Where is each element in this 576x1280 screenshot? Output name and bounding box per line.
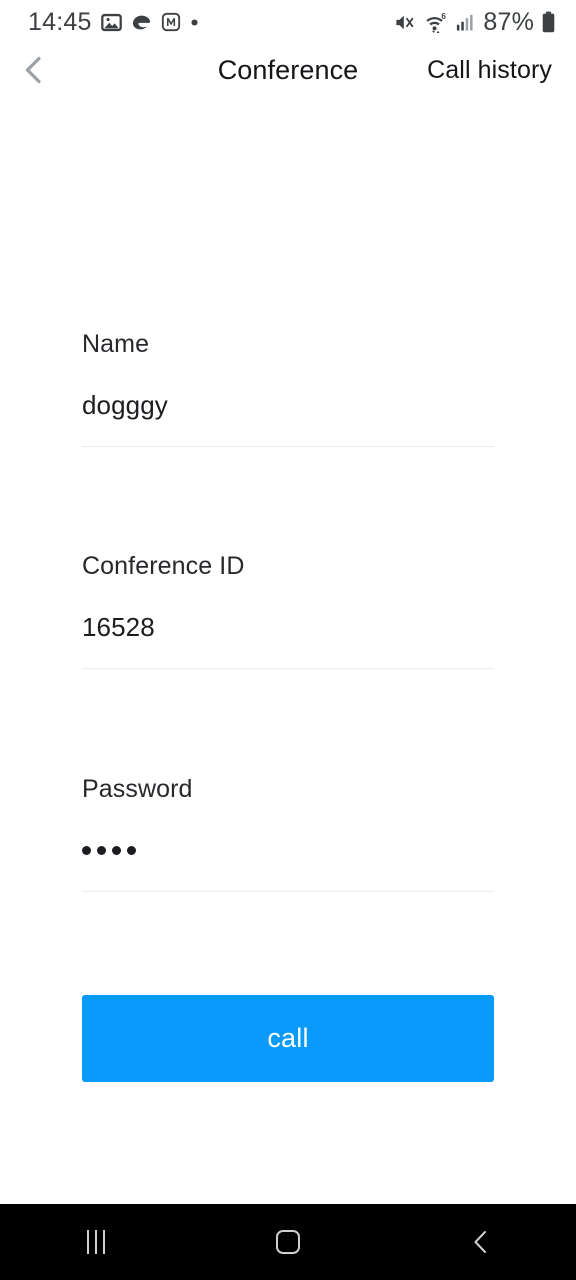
password-dot — [82, 845, 91, 855]
nav-back-button[interactable] — [384, 1204, 576, 1280]
call-history-button[interactable]: Call history — [427, 44, 552, 96]
recents-icon — [87, 1230, 105, 1254]
field-password-label: Password — [82, 775, 193, 803]
status-bar-right: 6 87% — [393, 8, 556, 37]
mute-icon — [396, 15, 414, 29]
phone-screen: 14:45 6 87% Conference Call history Name… — [0, 0, 576, 1280]
field-name-label: Name — [82, 330, 150, 358]
name-input[interactable]: dogggy — [82, 389, 494, 421]
recents-button[interactable] — [0, 1204, 192, 1280]
system-navigation-bar — [0, 1204, 576, 1280]
field-password-underline — [82, 891, 494, 892]
battery-icon — [542, 11, 555, 33]
field-conference-id: Conference ID 16528 — [82, 552, 494, 669]
home-button[interactable] — [192, 1204, 384, 1280]
app-bar: Conference Call history — [0, 44, 576, 96]
status-bar: 14:45 6 87% — [0, 0, 576, 44]
m-app-icon — [161, 12, 180, 32]
gallery-icon — [100, 13, 122, 31]
field-password: Password — [82, 775, 494, 892]
chevron-left-icon — [474, 1231, 486, 1253]
home-icon — [276, 1230, 300, 1254]
status-bar-left: 14:45 — [28, 8, 199, 37]
password-dot — [112, 845, 121, 855]
call-button[interactable]: call — [82, 995, 494, 1082]
password-dot — [97, 845, 106, 855]
field-conference-id-underline — [82, 668, 494, 669]
password-dot — [127, 845, 136, 855]
opera-icon — [132, 15, 150, 29]
cellular-signal-icon — [457, 14, 473, 31]
field-name: Name dogggy — [82, 330, 494, 447]
svg-text:6: 6 — [442, 12, 447, 21]
battery-percent-label: 87% — [483, 7, 534, 36]
field-conference-id-label: Conference ID — [82, 552, 245, 580]
password-mask-dots — [82, 834, 136, 866]
dot-indicator-icon — [191, 18, 198, 26]
password-input[interactable] — [82, 834, 494, 866]
conference-form: Name dogggy Conference ID 16528 Password… — [0, 96, 576, 1280]
conference-id-input[interactable]: 16528 — [82, 611, 494, 643]
field-name-underline — [82, 446, 494, 447]
wifi-6-icon: 6 — [426, 12, 447, 33]
status-clock: 14:45 — [28, 7, 92, 36]
